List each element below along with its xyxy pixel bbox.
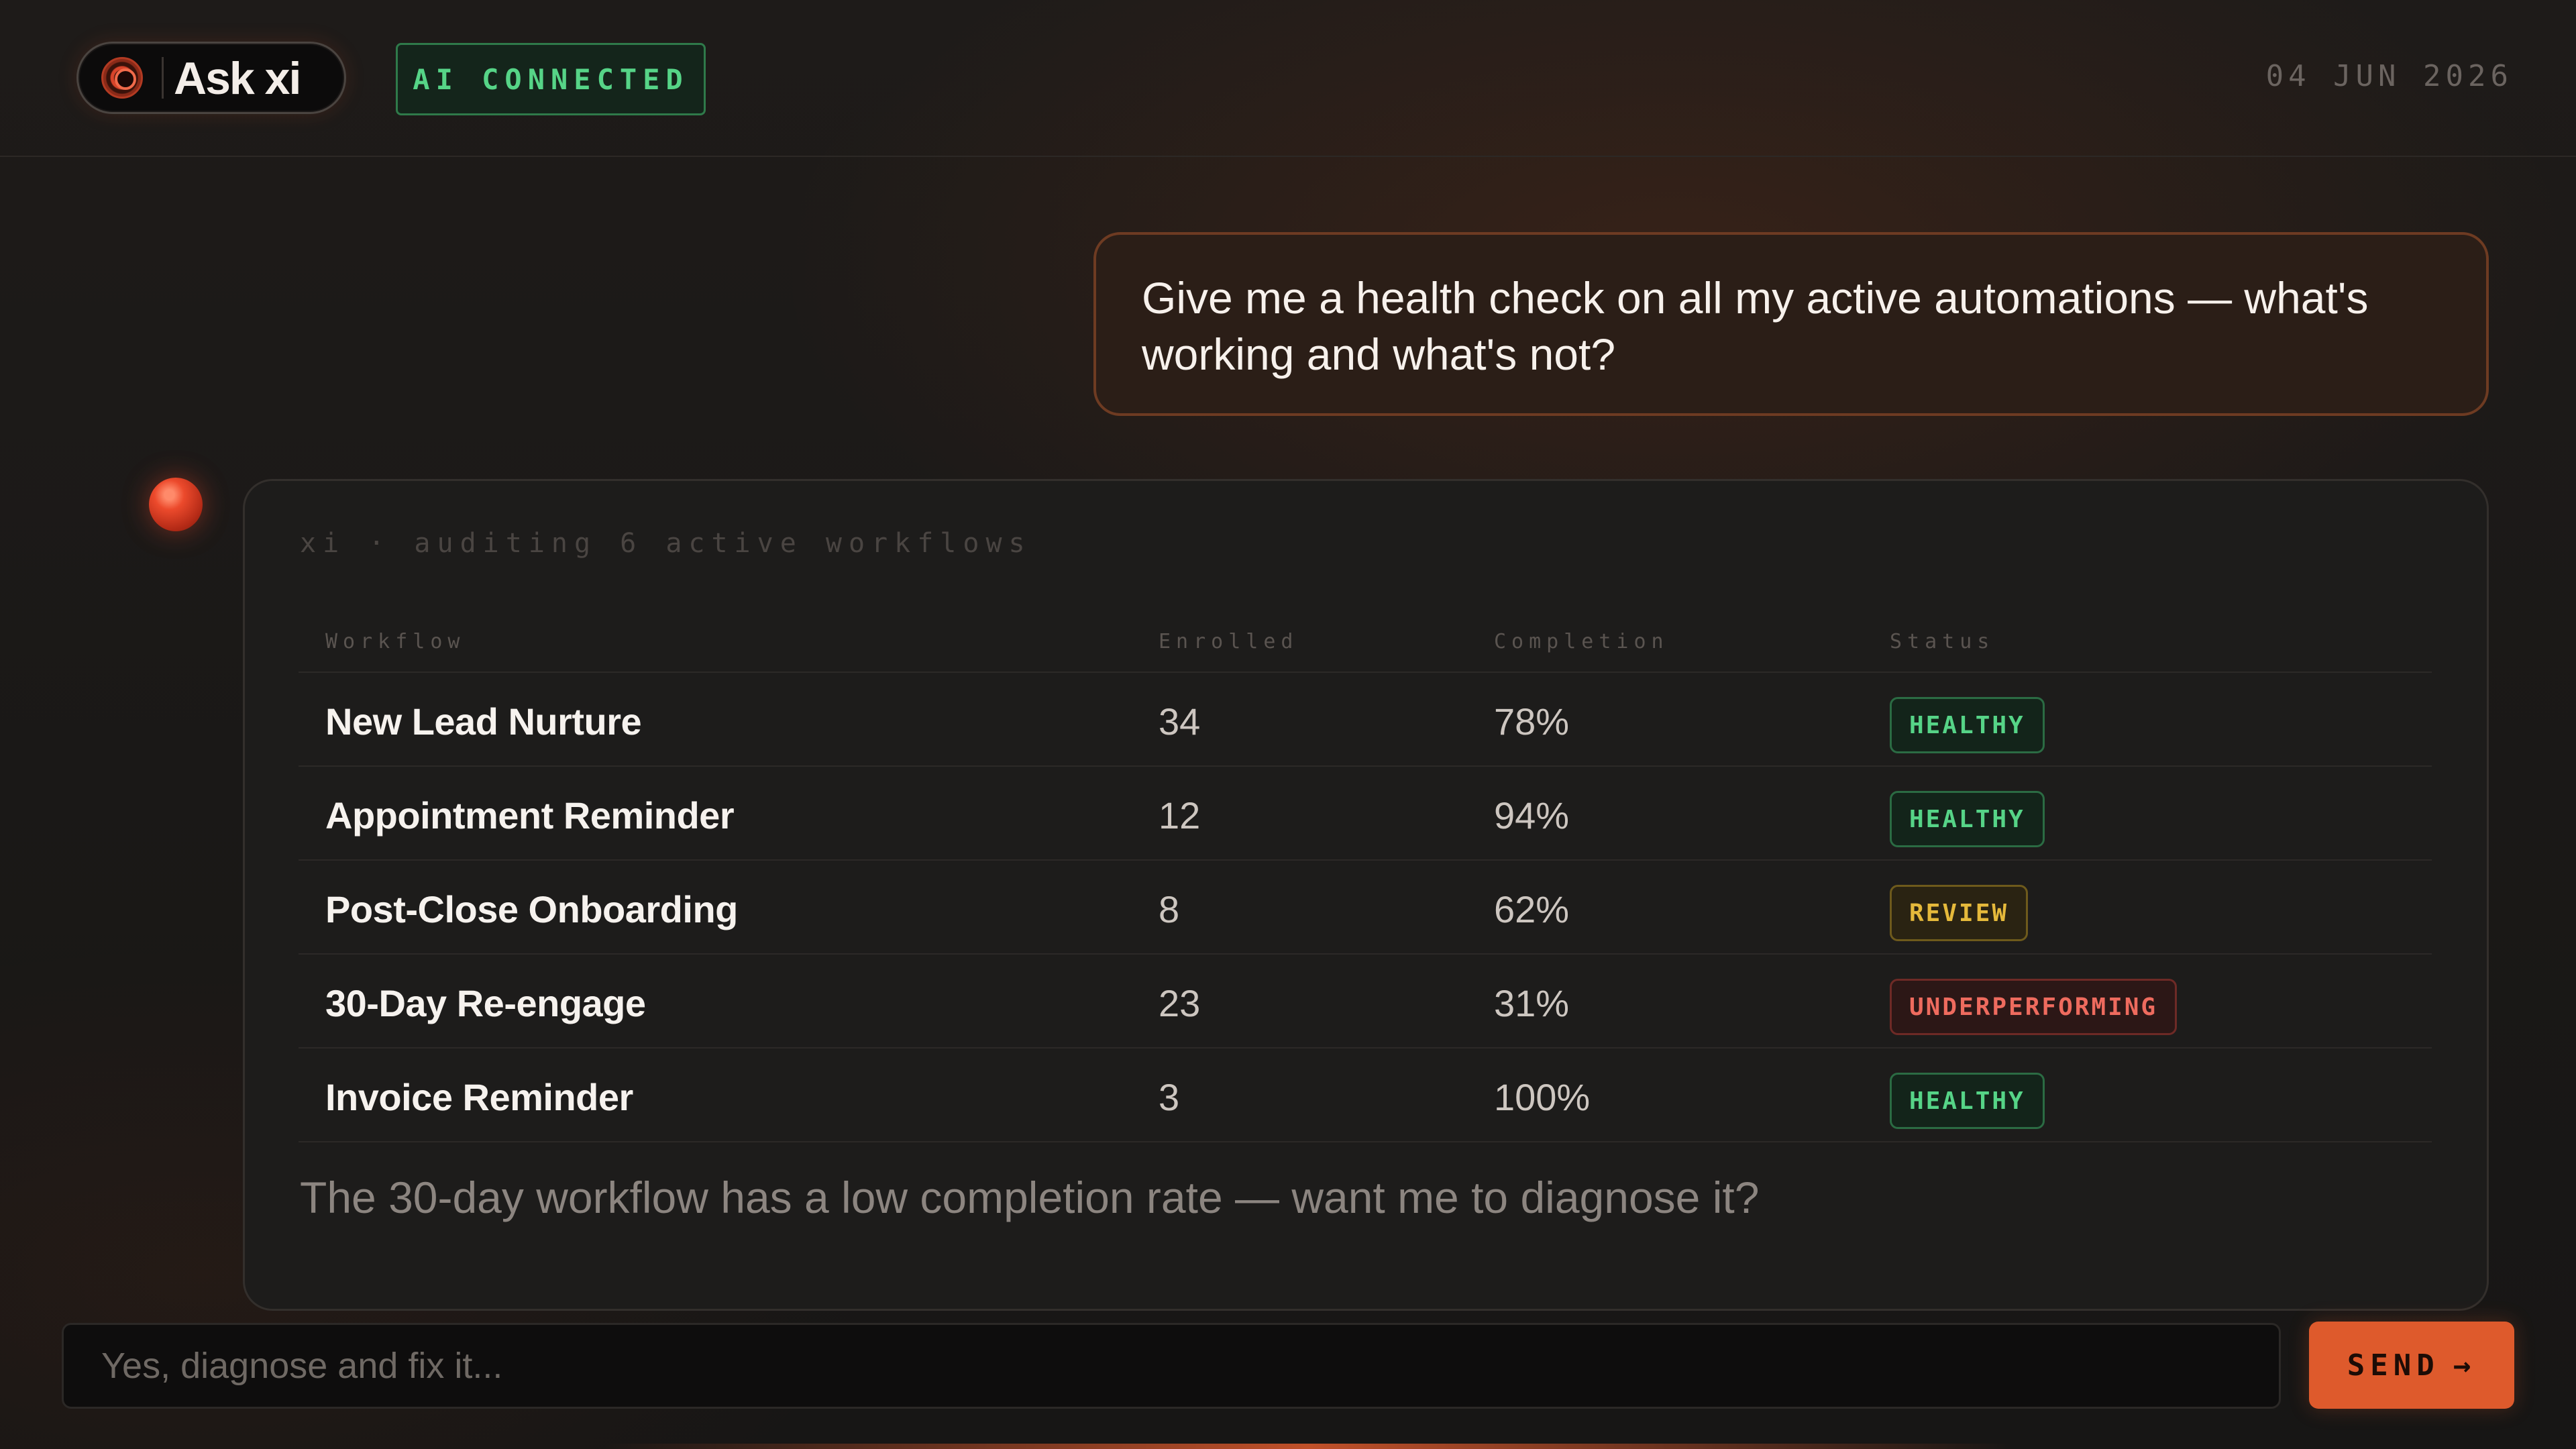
assistant-message-card: xi · auditing 6 active workflows Workflo… — [243, 479, 2489, 1311]
send-button-label: SEND — [2347, 1348, 2440, 1383]
enrolled-count: 34 — [1159, 700, 1201, 743]
table-row: Invoice Reminder 3 100% HEALTHY — [299, 1049, 2432, 1142]
column-header-workflow: Workflow — [325, 630, 466, 653]
enrolled-count: 8 — [1159, 888, 1180, 930]
enrolled-count: 12 — [1159, 794, 1201, 837]
status-badge: HEALTHY — [1890, 791, 2045, 847]
workflow-name: New Lead Nurture — [325, 700, 642, 743]
top-bar: Ask xi AI CONNECTED 04 JUN 2026 — [0, 0, 2576, 157]
column-header-completion: Completion — [1494, 630, 1669, 653]
orb-icon — [101, 57, 143, 99]
workflow-name: 30-Day Re-engage — [325, 982, 646, 1024]
assistant-avatar-icon — [149, 478, 203, 531]
app-window: Ask xi AI CONNECTED 04 JUN 2026 Give me … — [0, 0, 2576, 1449]
status-badge: UNDERPERFORMING — [1890, 979, 2178, 1035]
brand-name: Ask xi — [174, 53, 301, 104]
user-message-text: Give me a health check on all my active … — [1142, 273, 2369, 379]
table-row: New Lead Nurture 34 78% HEALTHY — [299, 673, 2432, 767]
status-badge: HEALTHY — [1890, 1073, 2045, 1129]
send-button[interactable]: SEND → — [2309, 1322, 2514, 1409]
status-badge: HEALTHY — [1890, 697, 2045, 753]
brand-logo[interactable]: Ask xi — [76, 42, 346, 114]
enrolled-count: 3 — [1159, 1076, 1180, 1118]
assistant-meta: xi · auditing 6 active workflows — [300, 528, 1032, 559]
workflow-table: Workflow Enrolled Completion Status New … — [299, 608, 2432, 1142]
completion-rate: 94% — [1494, 794, 1570, 837]
arrow-right-icon: → — [2453, 1348, 2477, 1383]
table-header: Workflow Enrolled Completion Status — [299, 608, 2432, 673]
enrolled-count: 23 — [1159, 982, 1201, 1024]
table-row: 30-Day Re-engage 23 31% UNDERPERFORMING — [299, 955, 2432, 1049]
brand-divider — [162, 57, 164, 99]
message-input[interactable] — [62, 1323, 2281, 1409]
assistant-summary: The 30-day workflow has a low completion… — [300, 1173, 1760, 1222]
workflow-name: Invoice Reminder — [325, 1076, 633, 1118]
column-header-enrolled: Enrolled — [1159, 630, 1299, 653]
bottom-accent-glow — [604, 1444, 2012, 1449]
completion-rate: 62% — [1494, 888, 1570, 930]
user-message-bubble: Give me a health check on all my active … — [1093, 232, 2489, 416]
completion-rate: 100% — [1494, 1076, 1591, 1118]
table-row: Post-Close Onboarding 8 62% REVIEW — [299, 861, 2432, 955]
completion-rate: 78% — [1494, 700, 1570, 743]
table-row: Appointment Reminder 12 94% HEALTHY — [299, 767, 2432, 861]
status-badge: REVIEW — [1890, 885, 2029, 941]
workflow-name: Post-Close Onboarding — [325, 888, 738, 930]
workflow-name: Appointment Reminder — [325, 794, 735, 837]
connection-status-badge: AI CONNECTED — [396, 43, 706, 115]
completion-rate: 31% — [1494, 982, 1570, 1024]
current-date: 04 JUN 2026 — [2265, 59, 2513, 93]
column-header-status: Status — [1890, 630, 1995, 653]
